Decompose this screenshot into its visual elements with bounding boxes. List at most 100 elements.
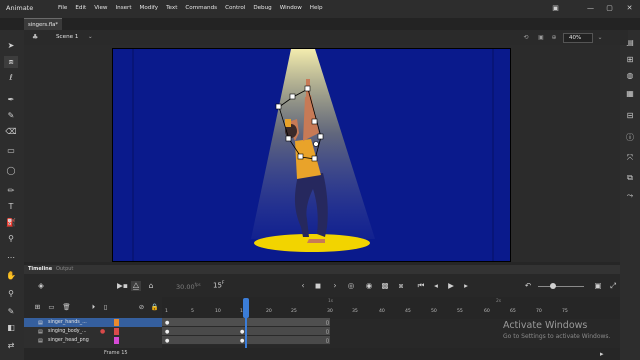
clip-stage-icon[interactable]: ▣: [537, 34, 545, 42]
menu-file[interactable]: File: [58, 5, 67, 11]
frame-ruler[interactable]: [162, 297, 620, 319]
scene-name[interactable]: Scene 1: [56, 34, 78, 40]
menu-text[interactable]: Text: [166, 5, 177, 11]
keyframe-dot[interactable]: ●: [240, 329, 244, 335]
step-back-icon[interactable]: ◂: [431, 281, 441, 291]
zoom-tool-icon[interactable]: ⚲: [4, 288, 18, 300]
maximize-button[interactable]: ▢: [605, 4, 614, 13]
keyframe-dot[interactable]: ●: [165, 338, 169, 344]
lock-all-icon[interactable]: 🔒: [150, 303, 159, 312]
end-frame-marker[interactable]: ▯: [326, 320, 329, 326]
motion-presets-icon[interactable]: ⤳: [624, 190, 636, 202]
new-folder-icon[interactable]: ▭: [47, 303, 56, 312]
new-layer-icon[interactable]: ⊞: [33, 303, 42, 312]
rectangle-tool-icon[interactable]: ▭: [4, 145, 18, 157]
menu-debug[interactable]: Debug: [253, 5, 271, 11]
keyframe-dot[interactable]: ●: [240, 338, 244, 344]
modify-markers-icon[interactable]: ⧈: [396, 281, 406, 291]
layer-row[interactable]: [24, 318, 162, 327]
timeline-options-icon[interactable]: ▣: [593, 281, 603, 291]
menu-view[interactable]: View: [94, 5, 107, 11]
layer-row[interactable]: [24, 327, 162, 336]
layer-name[interactable]: singer_hands_...: [48, 320, 87, 325]
onion-skin-icon[interactable]: ◎: [346, 281, 356, 291]
components-icon[interactable]: ⧉: [624, 172, 636, 184]
camera-icon[interactable]: ▶▪: [117, 281, 128, 291]
output-tab[interactable]: Output: [56, 266, 73, 272]
menu-modify[interactable]: Modify: [140, 5, 159, 11]
layer-name[interactable]: singer_head_png: [48, 338, 89, 343]
end-frame-marker[interactable]: ▯: [326, 329, 329, 335]
edit-multiple-icon[interactable]: ▩: [380, 281, 390, 291]
selection-tool-icon[interactable]: ➤: [4, 40, 18, 52]
current-frame-value[interactable]: 15: [213, 281, 222, 289]
timeline-tab[interactable]: Timeline: [28, 266, 52, 272]
fps-value[interactable]: 30.00: [176, 283, 195, 291]
stage-canvas[interactable]: [112, 48, 511, 262]
menu-insert[interactable]: Insert: [116, 5, 132, 11]
layer-color-swatch[interactable]: [114, 337, 119, 344]
rewind-icon[interactable]: ⏮: [416, 281, 426, 291]
keyframe-dot[interactable]: ●: [165, 329, 169, 335]
eraser-tool-icon[interactable]: ⌫: [4, 126, 18, 138]
layer-color-swatch[interactable]: [114, 319, 119, 326]
loop-icon[interactable]: ↶: [523, 281, 533, 291]
menu-commands[interactable]: Commands: [185, 5, 217, 11]
highlight-layer-icon[interactable]: ⏵: [89, 303, 98, 312]
text-tool-icon[interactable]: T: [4, 201, 18, 213]
menu-window[interactable]: Window: [280, 5, 302, 11]
library-icon[interactable]: ⊞: [624, 54, 636, 66]
more-tools-icon[interactable]: ⋯: [4, 252, 18, 264]
layer-outline-icon[interactable]: ▯: [101, 303, 110, 312]
menu-help[interactable]: Help: [310, 5, 323, 11]
stroke-color-icon[interactable]: ✎: [4, 306, 18, 318]
show-hide-all-icon[interactable]: ⊘: [137, 303, 146, 312]
next-keyframe-icon[interactable]: ›: [330, 281, 340, 291]
zoom-slider-track[interactable]: [538, 286, 584, 287]
layers-icon[interactable]: ◈: [36, 281, 46, 291]
edit-symbols-icon[interactable]: ⟲: [522, 34, 530, 42]
delete-layer-icon[interactable]: 🗑: [62, 303, 71, 312]
keyframe-dot[interactable]: ●: [165, 320, 169, 326]
layer-depth-icon[interactable]: ⧋: [131, 281, 141, 291]
layer-row[interactable]: [24, 336, 162, 345]
pen-tool-icon[interactable]: ✒: [4, 94, 18, 106]
step-forward-icon[interactable]: ▸: [461, 281, 471, 291]
transform-panel-icon[interactable]: ⤧: [624, 152, 636, 164]
menu-control[interactable]: Control: [225, 5, 245, 11]
hand-tool-icon[interactable]: ✋: [4, 270, 18, 282]
pencil-tool-icon[interactable]: ✏: [4, 185, 18, 197]
timeline-zoom-icon[interactable]: ⤢: [608, 281, 618, 291]
zoom-chevron-icon[interactable]: ⌄: [596, 34, 604, 42]
end-frame-marker[interactable]: ▯: [326, 338, 329, 344]
swap-colors-icon[interactable]: ⇄: [4, 340, 18, 352]
zoom-select[interactable]: 40%: [563, 33, 593, 43]
brush-tool-icon[interactable]: ✎: [4, 110, 18, 122]
free-transform-tool-icon[interactable]: ⧈: [4, 56, 18, 68]
red-dot-icon[interactable]: ●: [100, 328, 106, 335]
document-tab[interactable]: singers.fla*: [24, 18, 62, 30]
align-panel-icon[interactable]: ⊟: [624, 110, 636, 122]
swatches-icon[interactable]: ▦: [624, 88, 636, 100]
oval-tool-icon[interactable]: ◯: [4, 165, 18, 177]
center-stage-icon[interactable]: ⊕: [550, 34, 558, 42]
eyedropper-icon[interactable]: ⚲: [4, 233, 18, 245]
lasso-tool-icon[interactable]: ℓ: [4, 72, 18, 84]
play-icon[interactable]: ▶: [446, 281, 456, 291]
menu-edit[interactable]: Edit: [75, 5, 86, 11]
zoom-slider-thumb[interactable]: [550, 283, 556, 289]
fps-readout[interactable]: 30.00fps: [176, 282, 201, 291]
previous-keyframe-icon[interactable]: ‹: [298, 281, 308, 291]
timeline-scroll-icon[interactable]: ▸: [600, 350, 604, 358]
paint-bucket-icon[interactable]: ⛽: [4, 217, 18, 229]
onion-outline-icon[interactable]: ◉: [364, 281, 374, 291]
layer-color-swatch[interactable]: [114, 328, 119, 335]
current-frame-readout[interactable]: 15F: [213, 281, 225, 289]
playhead-handle[interactable]: [243, 298, 249, 318]
fill-color-icon[interactable]: ◧: [4, 322, 18, 334]
color-panel-icon[interactable]: ◍: [624, 70, 636, 82]
insert-keyframe-icon[interactable]: ◼: [313, 281, 323, 291]
window-layout-icon[interactable]: ▣: [551, 4, 560, 13]
minimize-button[interactable]: —: [586, 4, 595, 13]
parenting-icon[interactable]: ⌂: [146, 281, 156, 291]
